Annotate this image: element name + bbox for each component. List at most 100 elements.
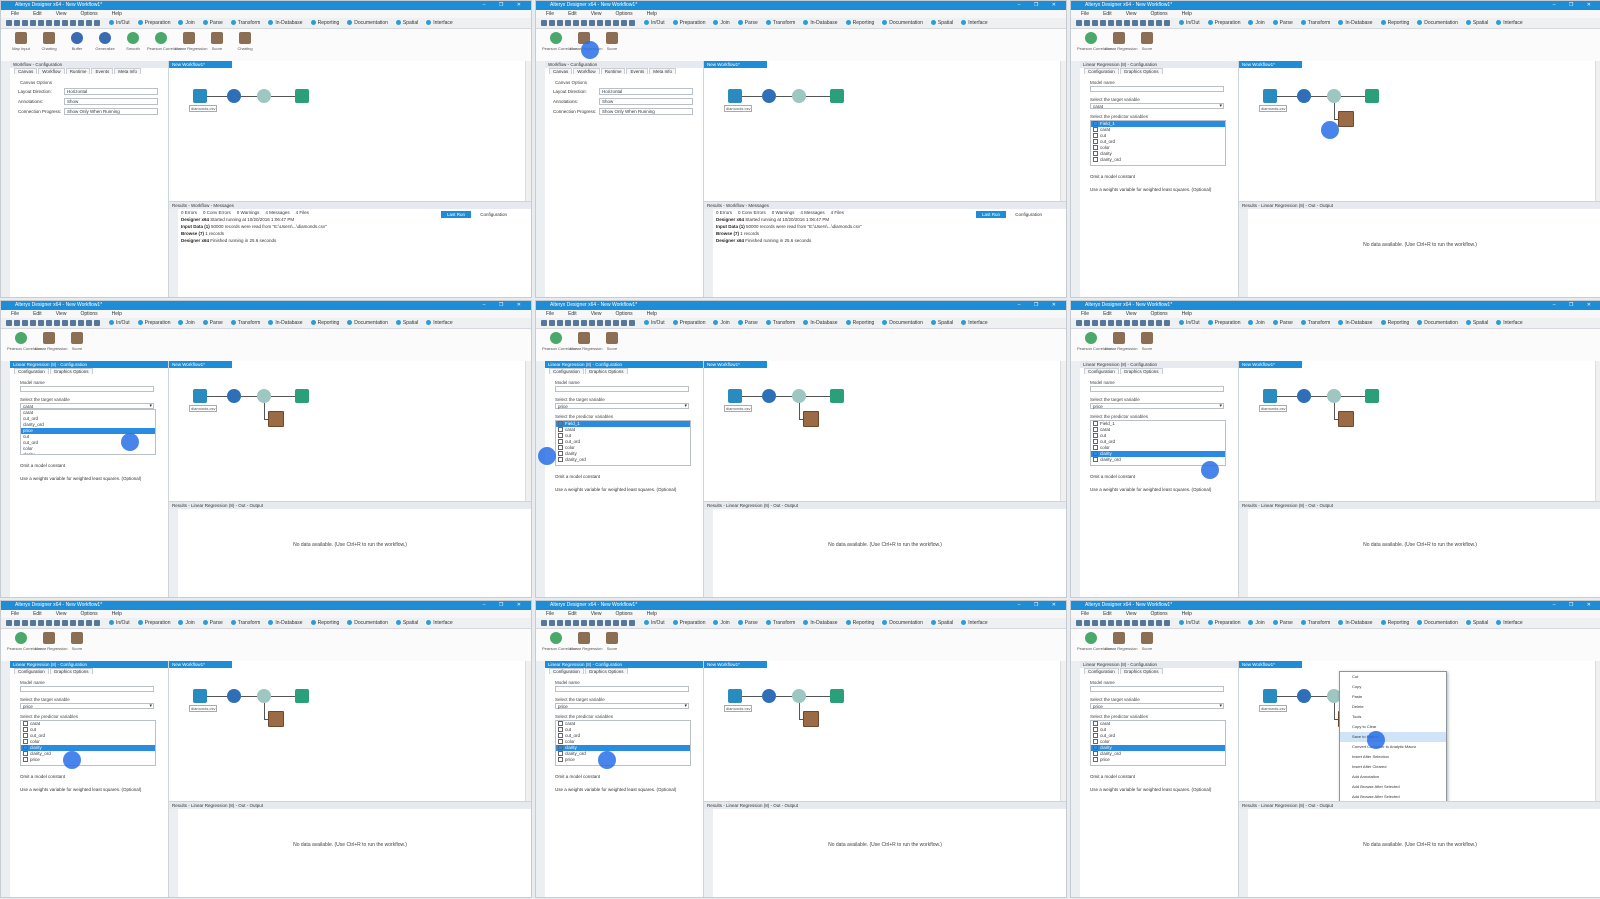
browse-tool[interactable] bbox=[295, 89, 309, 103]
tab-workflow[interactable]: Workflow bbox=[38, 68, 65, 74]
canvas-tab[interactable]: New Workflow1* bbox=[1239, 61, 1302, 68]
variable-item[interactable]: clarity bbox=[21, 452, 155, 454]
last-run-button[interactable]: Last Run bbox=[440, 211, 471, 218]
toolbar-icon[interactable] bbox=[605, 320, 611, 326]
toolbar-icon[interactable] bbox=[14, 20, 20, 26]
variable-checkbox[interactable] bbox=[558, 727, 563, 733]
tool-category-reporting[interactable]: Reporting bbox=[1381, 620, 1410, 626]
toolbar-icon[interactable] bbox=[605, 620, 611, 626]
toolbar-icon[interactable] bbox=[597, 620, 603, 626]
model-name-input[interactable] bbox=[1090, 686, 1224, 692]
tool-category-transform[interactable]: Transform bbox=[1301, 320, 1331, 326]
toolbar-icon[interactable] bbox=[30, 320, 36, 326]
variable-checkbox[interactable] bbox=[1093, 439, 1098, 445]
toolbar-icon[interactable] bbox=[541, 620, 547, 626]
weights-checkbox[interactable]: Use a weights variable for weighted leas… bbox=[20, 787, 168, 792]
tab-configuration[interactable]: Configuration bbox=[1084, 68, 1119, 74]
toolbar-icon[interactable] bbox=[1140, 20, 1146, 26]
menu-options[interactable]: Options bbox=[1150, 11, 1167, 17]
tool-category-join[interactable]: Join bbox=[1248, 620, 1264, 626]
toolbar-icon[interactable] bbox=[613, 20, 619, 26]
formula-tool[interactable] bbox=[792, 389, 806, 403]
formula-tool[interactable] bbox=[1327, 389, 1341, 403]
palette-tool[interactable]: Pearson Correlation bbox=[542, 629, 578, 651]
tool-category-documentation[interactable]: Documentation bbox=[1417, 320, 1458, 326]
weights-checkbox[interactable]: Use a weights variable for weighted leas… bbox=[1090, 487, 1238, 492]
tab-configuration[interactable]: Configuration bbox=[1084, 368, 1119, 374]
canvas-scrollbar[interactable] bbox=[1060, 661, 1066, 801]
select-tool[interactable] bbox=[762, 689, 776, 703]
palette-tool[interactable]: Linear Regression bbox=[570, 329, 602, 351]
menu-file[interactable]: File bbox=[1081, 11, 1089, 17]
palette-tool[interactable]: Score bbox=[598, 629, 626, 651]
tool-category-documentation[interactable]: Documentation bbox=[347, 20, 388, 26]
message-source[interactable]: Designer x64 bbox=[716, 238, 745, 243]
message-source[interactable]: Browse (7) bbox=[716, 231, 740, 236]
variable-item[interactable]: price bbox=[1091, 757, 1225, 763]
toolbar-icon[interactable] bbox=[1108, 20, 1114, 26]
select-tool[interactable] bbox=[227, 389, 241, 403]
toolbar-icon[interactable] bbox=[22, 20, 28, 26]
toolbar-icon[interactable] bbox=[1084, 320, 1090, 326]
tool-category-inout[interactable]: In/Out bbox=[1179, 320, 1200, 326]
tab-configuration[interactable]: Configuration bbox=[1084, 668, 1119, 674]
variable-checkbox[interactable] bbox=[558, 427, 563, 433]
tool-category-reporting[interactable]: Reporting bbox=[311, 320, 340, 326]
toolbar-icon[interactable] bbox=[581, 620, 587, 626]
toolbar-icon[interactable] bbox=[541, 20, 547, 26]
window-controls[interactable]: – ❐ ✕ bbox=[1018, 1, 1062, 10]
canvas-tab[interactable]: New Workflow1* bbox=[169, 661, 232, 668]
tab-graphics-options[interactable]: Graphics Options bbox=[1119, 668, 1163, 674]
toolbar-icon[interactable] bbox=[78, 320, 84, 326]
palette-tool[interactable]: Pearson Correlation bbox=[7, 329, 43, 351]
tool-category-transform[interactable]: Transform bbox=[766, 620, 796, 626]
tab-canvas[interactable]: Canvas bbox=[14, 68, 38, 74]
toolbar-icon[interactable] bbox=[1124, 20, 1130, 26]
menu-help[interactable]: Help bbox=[1182, 11, 1192, 17]
menu-options[interactable]: Options bbox=[615, 11, 632, 17]
workflow-canvas[interactable]: New Workflow1* diamonds.csv bbox=[704, 61, 1066, 201]
formula-tool[interactable] bbox=[257, 89, 271, 103]
message-source[interactable]: Input Data (1) bbox=[716, 224, 746, 229]
window-controls[interactable]: – ❐ ✕ bbox=[1018, 601, 1062, 610]
variable-checkbox[interactable] bbox=[23, 751, 28, 757]
variable-checkbox[interactable] bbox=[1093, 133, 1098, 139]
toolbar-icon[interactable] bbox=[1140, 620, 1146, 626]
tab-meta-info[interactable]: Meta Info bbox=[649, 68, 676, 74]
variable-checkbox[interactable] bbox=[23, 727, 28, 733]
variable-checkbox[interactable] bbox=[1093, 727, 1098, 733]
toolbar-icon[interactable] bbox=[38, 20, 44, 26]
input-data-tool[interactable] bbox=[193, 689, 207, 703]
toolbar-icon[interactable] bbox=[54, 20, 60, 26]
toolbar-icon[interactable] bbox=[1092, 20, 1098, 26]
tab-graphics-options[interactable]: Graphics Options bbox=[49, 668, 93, 674]
palette-tool[interactable]: Score bbox=[598, 329, 626, 351]
toolbar-icon[interactable] bbox=[621, 320, 627, 326]
browse-tool[interactable] bbox=[830, 89, 844, 103]
toolbar-icon[interactable] bbox=[30, 620, 36, 626]
toolbar-icon[interactable] bbox=[629, 320, 635, 326]
menu-help[interactable]: Help bbox=[647, 611, 657, 617]
window-controls[interactable]: – ❐ ✕ bbox=[483, 1, 527, 10]
menu-edit[interactable]: Edit bbox=[1103, 11, 1112, 17]
tool-category-parse[interactable]: Parse bbox=[738, 20, 758, 26]
canvas-scrollbar[interactable] bbox=[1060, 361, 1066, 501]
toolbar-icon[interactable] bbox=[46, 320, 52, 326]
variable-item[interactable]: clarity_ord bbox=[556, 457, 690, 463]
tool-category-preparation[interactable]: Preparation bbox=[138, 20, 171, 26]
input-data-tool[interactable] bbox=[728, 89, 742, 103]
select-tool[interactable] bbox=[227, 689, 241, 703]
toolbar-icon[interactable] bbox=[1132, 320, 1138, 326]
menu-edit[interactable]: Edit bbox=[568, 311, 577, 317]
canvas-scrollbar[interactable] bbox=[525, 661, 531, 801]
tool-category-preparation[interactable]: Preparation bbox=[1208, 20, 1241, 26]
canvas-tab[interactable]: New Workflow1* bbox=[704, 661, 767, 668]
toolbar-icon[interactable] bbox=[621, 20, 627, 26]
toolbar-icon[interactable] bbox=[6, 320, 12, 326]
palette-tool[interactable]: Linear Regression bbox=[570, 629, 602, 651]
tool-category-documentation[interactable]: Documentation bbox=[347, 320, 388, 326]
formula-tool[interactable] bbox=[257, 689, 271, 703]
canvas-tab[interactable]: New Workflow1* bbox=[1239, 661, 1302, 668]
toolbar-icon[interactable] bbox=[1156, 20, 1162, 26]
toolbar-icon[interactable] bbox=[1100, 20, 1106, 26]
